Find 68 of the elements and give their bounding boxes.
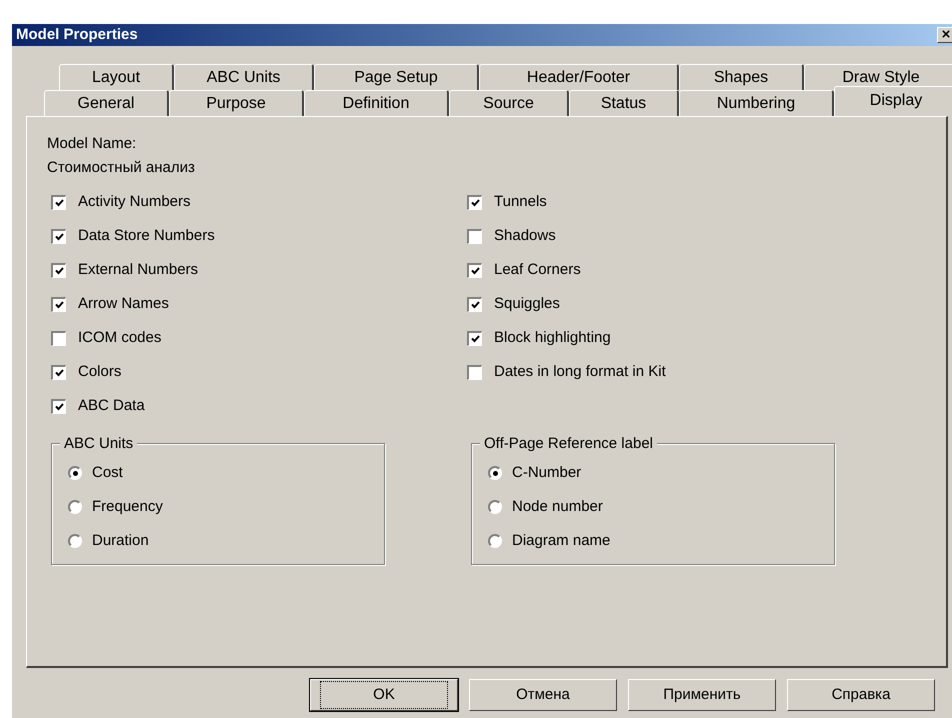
tab[interactable]: Definition	[304, 90, 449, 116]
model-name-label: Model Name:	[47, 134, 138, 154]
checkbox-label: Dates in long format in Kit	[494, 362, 666, 382]
checkmark-icon	[54, 266, 64, 274]
tab[interactable]: Display	[834, 86, 952, 116]
checkmark-icon	[54, 368, 64, 376]
checkmark-icon	[54, 198, 64, 206]
tab[interactable]: Page Setup	[314, 64, 479, 90]
close-button[interactable]: ×	[937, 27, 952, 43]
radio-button[interactable]	[488, 500, 502, 514]
checkbox-label: Shadows	[494, 226, 556, 246]
checkbox[interactable]	[467, 364, 482, 380]
dialog-button[interactable]: Справка	[787, 679, 935, 711]
checkbox-label: ICOM codes	[78, 328, 162, 348]
checkmark-icon	[470, 266, 480, 274]
tab[interactable]: Numbering	[679, 90, 834, 116]
tab[interactable]: Purpose	[169, 90, 304, 116]
checkbox-label: External Numbers	[78, 260, 198, 280]
radio-label: Node number	[512, 496, 603, 517]
checkmark-icon	[470, 334, 480, 342]
checkbox[interactable]	[467, 296, 482, 312]
checkbox[interactable]	[51, 364, 66, 380]
radio-label: C-Number	[512, 462, 582, 483]
tab[interactable]: General	[44, 90, 169, 116]
dialog-button[interactable]: Отмена	[469, 679, 617, 711]
dialog-button[interactable]: Применить	[628, 679, 776, 711]
checkbox[interactable]	[51, 330, 66, 346]
tab[interactable]: Status	[569, 90, 679, 116]
checkbox-label: Activity Numbers	[78, 192, 191, 212]
model-name-value: Стоимостный анализ	[47, 158, 196, 178]
radio-button[interactable]	[68, 500, 82, 514]
radio-label: Cost	[92, 462, 123, 483]
checkbox[interactable]	[51, 228, 66, 244]
checkmark-icon	[54, 402, 64, 410]
tab[interactable]: Shapes	[679, 64, 804, 90]
checkbox-label: Tunnels	[494, 192, 547, 212]
tab[interactable]: Source	[449, 90, 569, 116]
tab[interactable]: Layout	[59, 64, 174, 90]
radio-label: Diagram name	[512, 530, 610, 551]
checkbox-label: ABC Data	[78, 396, 145, 416]
checkmark-icon	[470, 300, 480, 308]
checkbox[interactable]	[467, 228, 482, 244]
radio-button[interactable]	[488, 534, 502, 548]
checkbox-label: Arrow Names	[78, 294, 169, 314]
radio-label: Frequency	[92, 496, 163, 517]
radio-label: Duration	[92, 530, 149, 551]
radio-button[interactable]	[68, 466, 82, 480]
tab[interactable]: ABC Units	[174, 64, 314, 90]
checkmark-icon	[54, 232, 64, 240]
radio-button[interactable]	[68, 534, 82, 548]
checkmark-icon	[54, 300, 64, 308]
checkbox-label: Squiggles	[494, 294, 560, 314]
tab[interactable]: Header/Footer	[479, 64, 679, 90]
radio-button[interactable]	[488, 466, 502, 480]
dialog-button[interactable]: OK	[310, 679, 458, 711]
checkbox[interactable]	[467, 330, 482, 346]
checkbox-label: Block highlighting	[494, 328, 611, 348]
checkbox[interactable]	[51, 194, 66, 210]
checkbox[interactable]	[51, 262, 66, 278]
checkbox[interactable]	[51, 296, 66, 312]
window-title: Model Properties	[16, 24, 138, 45]
checkbox-label: Leaf Corners	[494, 260, 581, 280]
checkbox[interactable]	[51, 398, 66, 414]
checkmark-icon	[470, 198, 480, 206]
checkbox-label: Data Store Numbers	[78, 226, 215, 246]
checkbox[interactable]	[467, 194, 482, 210]
checkbox[interactable]	[467, 262, 482, 278]
checkbox-label: Colors	[78, 362, 122, 382]
